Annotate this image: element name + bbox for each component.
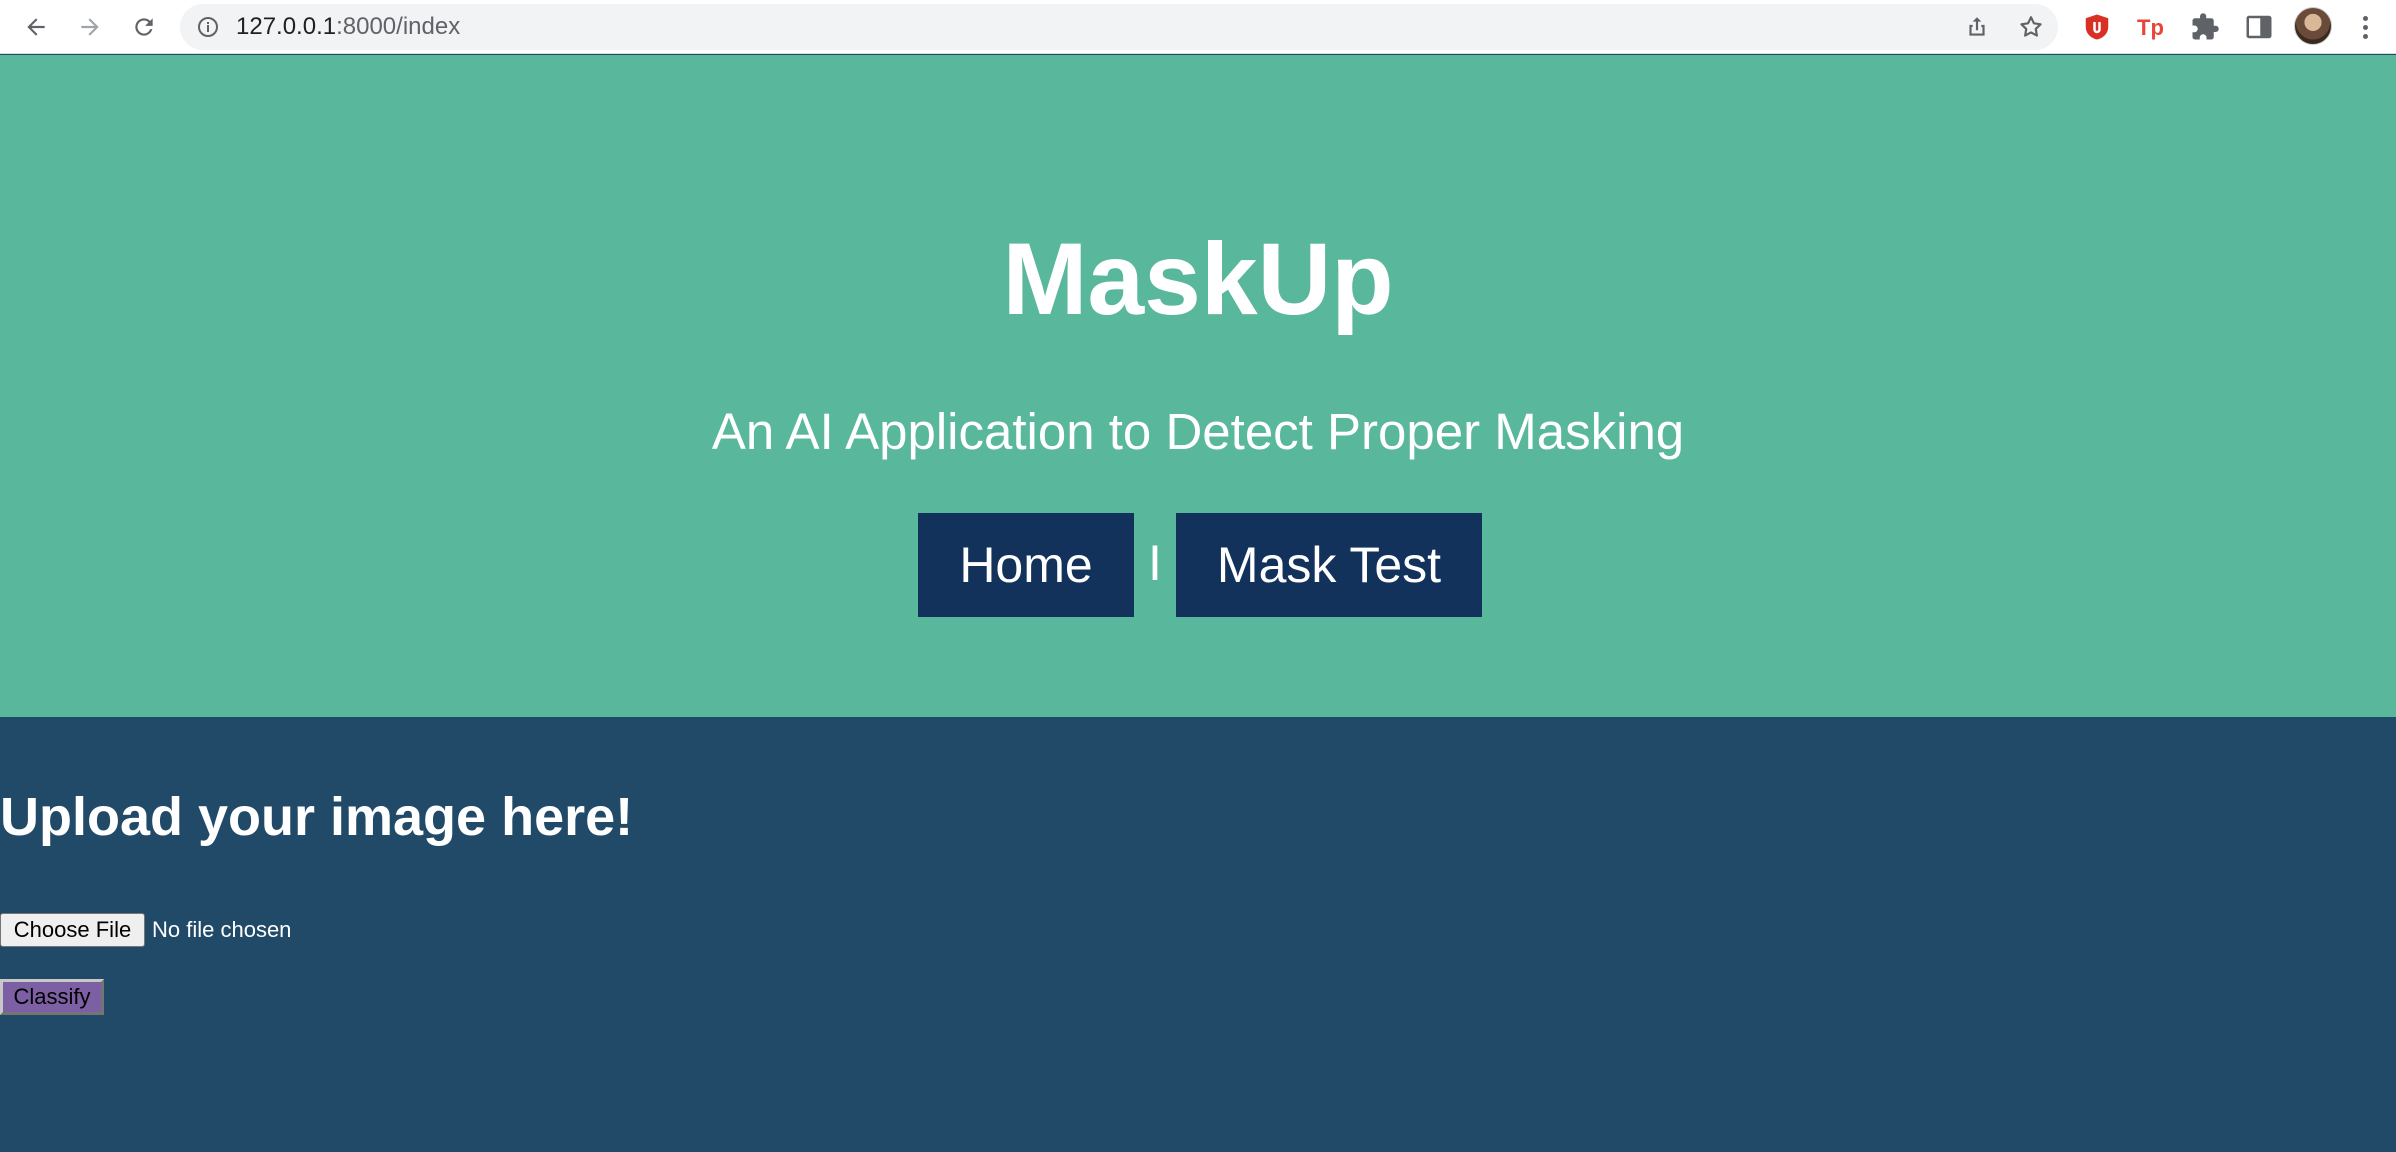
reload-button[interactable] [124,7,164,47]
url-text: 127.0.0.1:8000/index [236,14,460,40]
reload-icon [135,18,153,36]
side-panel-icon [2246,15,2272,39]
file-status-text: No file chosen [152,917,292,942]
ublock-extension-button[interactable] [2078,8,2116,46]
nav-separator: I [1148,535,1162,591]
upload-heading: Upload your image here! [0,787,634,847]
nav-mask-test-button[interactable]: Mask Test [1176,513,1482,617]
address-bar[interactable]: 127.0.0.1:8000/index [180,4,2058,50]
tp-extension-button[interactable]: Tp [2132,8,2170,46]
side-panel-button[interactable] [2240,8,2278,46]
back-button[interactable] [16,7,56,47]
classify-button[interactable]: Classify [0,979,104,1015]
extensions-button[interactable] [2186,8,2224,46]
menu-kebab-icon[interactable] [2350,8,2380,46]
puzzle-extensions-icon [2192,13,2219,40]
ublock-extension-icon [2085,14,2109,40]
svg-text:Tp: Tp [2137,15,2164,40]
tp-extension-icon: Tp [2137,15,2164,40]
page-subtitle: An AI Application to Detect Proper Maski… [711,403,1685,460]
url-path: :8000/index [336,13,461,40]
profile-avatar[interactable] [2294,7,2332,45]
upload-section: Upload your image here! Choose File No f… [0,717,2396,1152]
nav-home-button[interactable]: Home [918,513,1134,617]
bookmark-star-icon [2020,16,2042,37]
site-info-icon[interactable] [196,15,220,39]
page-title: MaskUp [1002,222,1394,336]
share-button[interactable] [1962,12,1992,42]
bookmark-button[interactable] [2016,12,2046,42]
forward-arrow-icon [81,18,99,36]
share-icon [1969,17,1985,36]
url-host: 127.0.0.1 [236,13,337,40]
back-arrow-icon [27,18,45,36]
hero-section: MaskUp An AI Application to Detect Prope… [0,55,2396,717]
browser-toolbar: 127.0.0.1:8000/index Tp [0,0,2396,54]
choose-file-button[interactable]: Choose File [0,913,145,947]
forward-button[interactable] [70,7,110,47]
